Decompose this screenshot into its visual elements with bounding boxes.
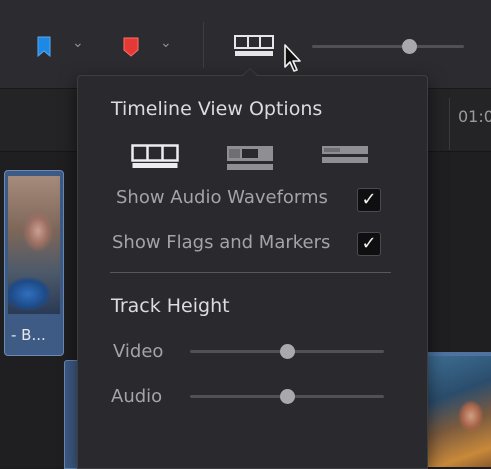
simple-view-icon <box>322 146 368 163</box>
video-track-height-slider-knob[interactable] <box>279 344 295 359</box>
timeline-zoom-slider-track[interactable] <box>312 45 464 48</box>
show-audio-waveforms-label: Show Audio Waveforms <box>116 187 328 208</box>
video-track-height-label: Video <box>113 341 164 362</box>
show-audio-waveforms-checkbox[interactable]: ✓ <box>357 188 381 212</box>
ruler-timecode: 01:0 <box>458 107 491 126</box>
audio-track-height-slider-knob[interactable] <box>279 389 295 404</box>
clip-name-label: - B... <box>11 326 46 344</box>
toolbar-divider <box>203 22 204 68</box>
popover-arrow-fill <box>242 69 258 77</box>
film-strip-view-icon <box>131 144 179 168</box>
show-flags-and-markers-label: Show Flags and Markers <box>112 232 331 253</box>
flag-icon[interactable] <box>36 36 52 58</box>
thumbnail-view-icon <box>227 146 273 170</box>
simple-view-button[interactable] <box>321 145 369 165</box>
show-flags-and-markers-checkbox[interactable]: ✓ <box>357 232 381 256</box>
thumbnail-view-button[interactable] <box>226 145 274 171</box>
film-strip-view-button[interactable] <box>131 144 179 170</box>
timeline-view-options-button[interactable] <box>233 34 275 58</box>
track-height-title: Track Height <box>111 295 230 317</box>
video-clip[interactable]: - B... <box>4 170 64 356</box>
popover-title: Timeline View Options <box>111 98 323 120</box>
clip-thumbnail <box>8 176 60 314</box>
ruler-tick <box>449 98 450 150</box>
flag-dropdown-chevron-icon[interactable]: ⌄ <box>72 36 84 50</box>
mouse-cursor-icon <box>283 44 305 74</box>
audio-track-height-label: Audio <box>111 386 163 407</box>
video-clip-thumbnail[interactable] <box>425 356 491 467</box>
timeline-zoom-slider-knob[interactable] <box>401 39 417 54</box>
marker-dropdown-chevron-icon[interactable]: ⌄ <box>160 36 172 50</box>
popover-separator <box>110 272 391 273</box>
marker-icon[interactable] <box>122 36 140 58</box>
film-strip-view-icon <box>234 35 274 56</box>
